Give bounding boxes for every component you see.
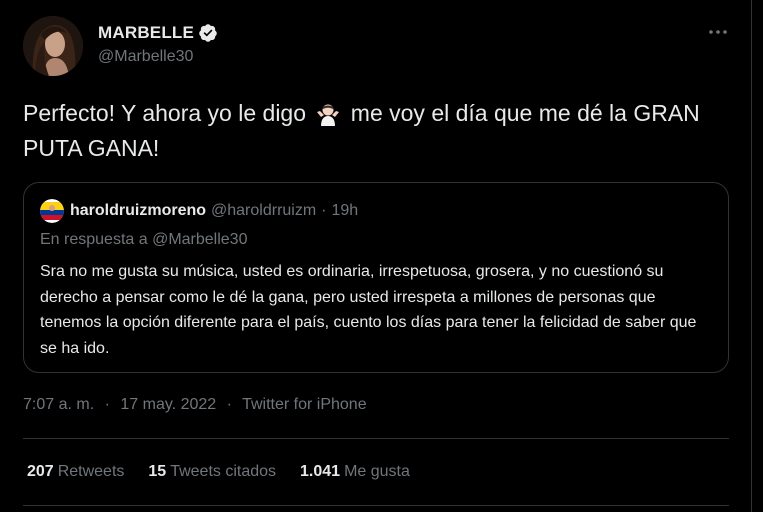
retweets-count: 207: [27, 463, 54, 480]
quoted-tweet[interactable]: haroldruizmoreno @haroldrruizm · 19h En …: [23, 182, 729, 373]
tweet-date-link[interactable]: 17 may. 2022: [120, 396, 216, 413]
tweet-text: Perfecto! Y ahora yo le digo me voy el d…: [23, 96, 723, 166]
likes-count: 1.041: [300, 463, 341, 480]
more-horizontal-icon: [709, 30, 727, 34]
tweet-text-part1: Perfecto! Y ahora yo le digo: [23, 100, 307, 126]
tweet-time-link[interactable]: 7:07 a. m.: [23, 396, 94, 413]
quoted-author-name[interactable]: haroldruizmoreno: [70, 202, 206, 220]
divider-bottom: [23, 505, 729, 506]
meta-separator-1: ·: [104, 396, 110, 413]
quoted-timestamp[interactable]: 19h: [332, 202, 359, 220]
quote-tweets-stat[interactable]: 15 Tweets citados: [148, 463, 276, 481]
verified-badge-icon: [198, 23, 218, 43]
meta-separator-2: ·: [226, 396, 232, 413]
tweet-meta: 7:07 a. m. · 17 may. 2022 · Twitter for …: [23, 396, 367, 414]
tweet-source-link[interactable]: Twitter for iPhone: [242, 396, 367, 413]
quote-tweets-label: Tweets citados: [170, 463, 277, 480]
author-avatar[interactable]: [23, 16, 83, 76]
more-options-button[interactable]: [704, 22, 732, 42]
quoted-separator: ·: [321, 202, 327, 219]
woman-shrugging-emoji-icon: [315, 100, 341, 126]
quoted-tweet-text: Sra no me gusta su música, usted es ordi…: [40, 263, 697, 357]
quoted-tweet-header: haroldruizmoreno @haroldrruizm · 19h: [40, 199, 359, 223]
retweets-stat[interactable]: 207 Retweets: [27, 463, 124, 481]
tweet-detail: MARBELLE @Marbelle30 Perfecto! Y ahora y…: [0, 0, 752, 512]
tweet-stats: 207 Retweets 15 Tweets citados 1.041 Me gus…: [27, 463, 434, 481]
quoted-author-handle[interactable]: @haroldrruizm: [211, 202, 316, 220]
profile-photo-icon: [23, 16, 83, 76]
divider-top: [23, 438, 729, 439]
likes-stat[interactable]: 1.041 Me gusta: [300, 463, 410, 481]
reply-prefix: En respuesta a: [40, 231, 148, 248]
quoted-reply-context: En respuesta a @Marbelle30: [40, 231, 247, 249]
colombia-flag-avatar-icon: [40, 199, 64, 223]
reply-mention-link[interactable]: @Marbelle30: [152, 231, 247, 248]
quote-tweets-count: 15: [148, 463, 167, 480]
likes-label: Me gusta: [344, 463, 410, 480]
quoted-author-avatar[interactable]: [40, 199, 64, 223]
author-handle[interactable]: @Marbelle30: [98, 48, 193, 66]
author-name-row[interactable]: MARBELLE: [98, 22, 218, 44]
author-display-name[interactable]: MARBELLE: [98, 23, 194, 43]
retweets-label: Retweets: [57, 463, 125, 480]
